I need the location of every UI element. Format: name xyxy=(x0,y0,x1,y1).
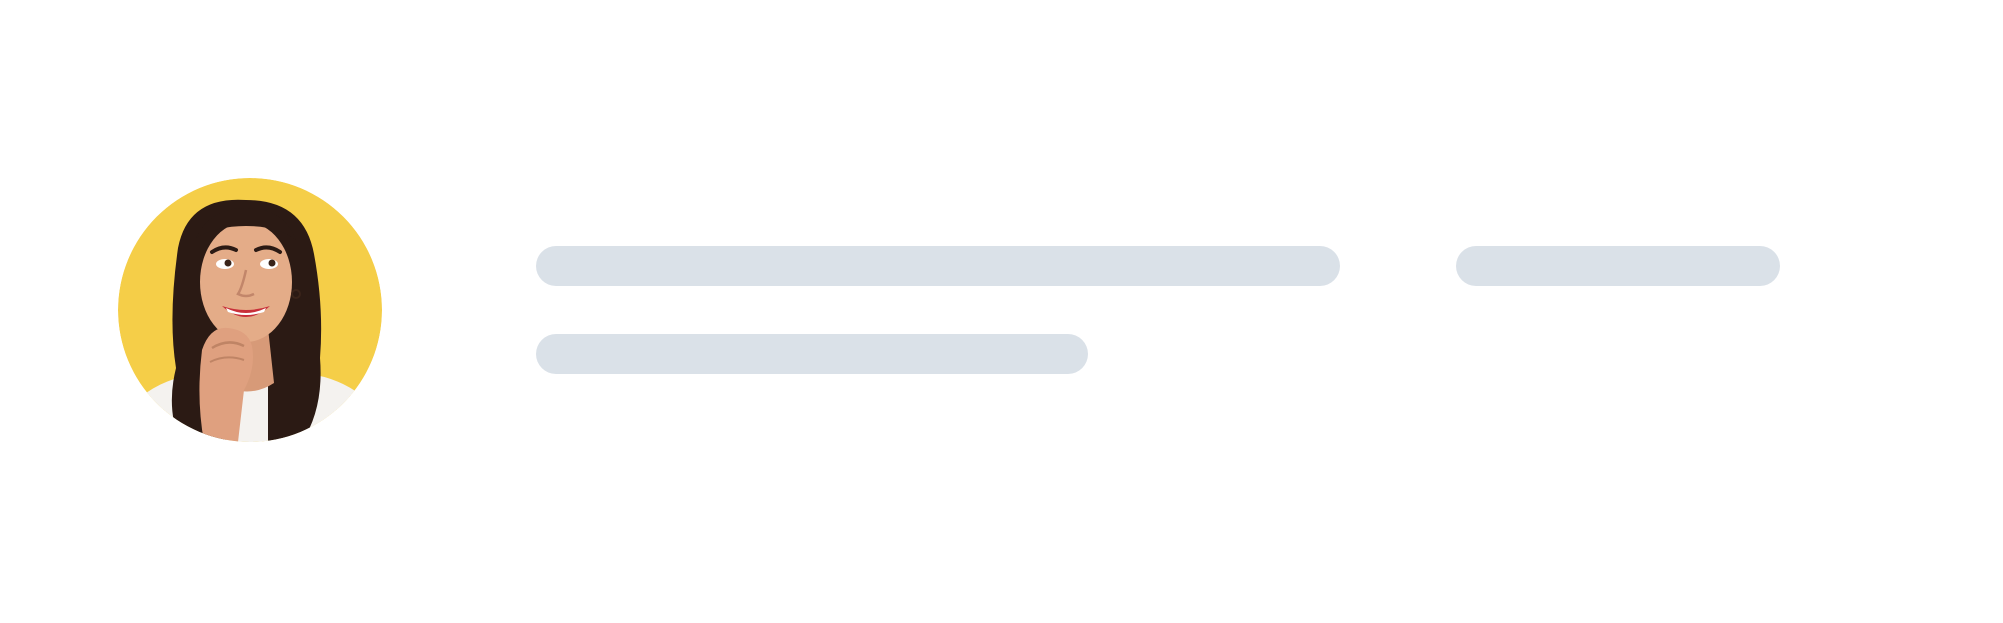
loading-profile-card xyxy=(0,0,2003,623)
secondary-text-placeholder xyxy=(536,334,1088,374)
avatar xyxy=(118,178,382,442)
meta-text-placeholder xyxy=(1456,246,1780,286)
user-photo-avatar-icon xyxy=(118,178,382,442)
primary-text-placeholder xyxy=(536,246,1340,286)
